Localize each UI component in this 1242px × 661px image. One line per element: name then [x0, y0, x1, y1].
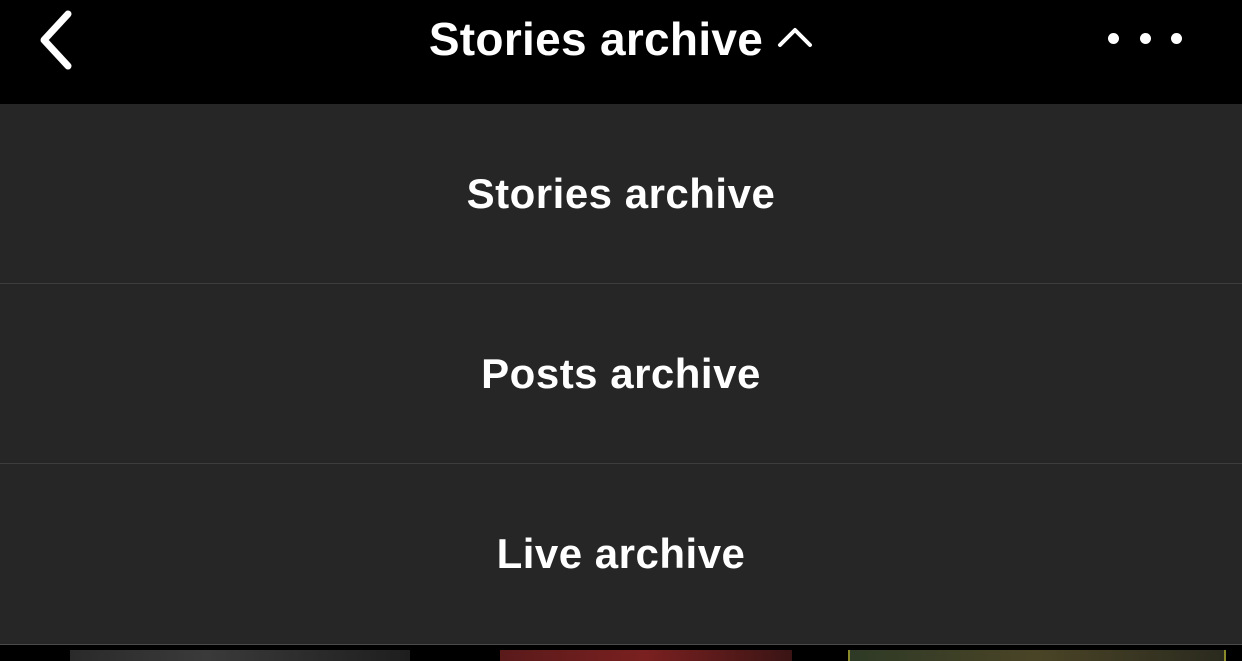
- story-thumbnail[interactable]: [70, 650, 410, 661]
- more-options-button[interactable]: [1108, 20, 1182, 56]
- menu-item-label: Posts archive: [481, 349, 761, 397]
- archive-thumbnails-strip: [0, 645, 1242, 661]
- chevron-up-icon: [778, 28, 813, 47]
- chevron-left-icon: [40, 10, 72, 70]
- more-horizontal-icon: [1108, 32, 1119, 44]
- top-nav-bar: Stories archive: [0, 0, 1242, 104]
- more-horizontal-icon: [1139, 32, 1151, 44]
- menu-item-live-archive[interactable]: Live archive: [0, 464, 1242, 645]
- menu-item-posts-archive[interactable]: Posts archive: [0, 284, 1242, 464]
- menu-item-stories-archive[interactable]: Stories archive: [0, 104, 1242, 284]
- menu-item-label: Live archive: [496, 530, 746, 577]
- archive-type-selector[interactable]: Stories archive: [411, 10, 831, 68]
- stories-archive-screen: Stories archive Stories archive Posts ar…: [0, 0, 1242, 661]
- more-horizontal-icon: [1171, 32, 1182, 44]
- menu-item-label: Stories archive: [466, 169, 776, 217]
- back-button[interactable]: [28, 4, 88, 72]
- story-thumbnail[interactable]: [848, 650, 1226, 661]
- page-title: Stories archive: [428, 13, 764, 65]
- archive-type-menu: Stories archive Posts archive Live archi…: [0, 104, 1242, 645]
- story-thumbnail[interactable]: [500, 650, 792, 661]
